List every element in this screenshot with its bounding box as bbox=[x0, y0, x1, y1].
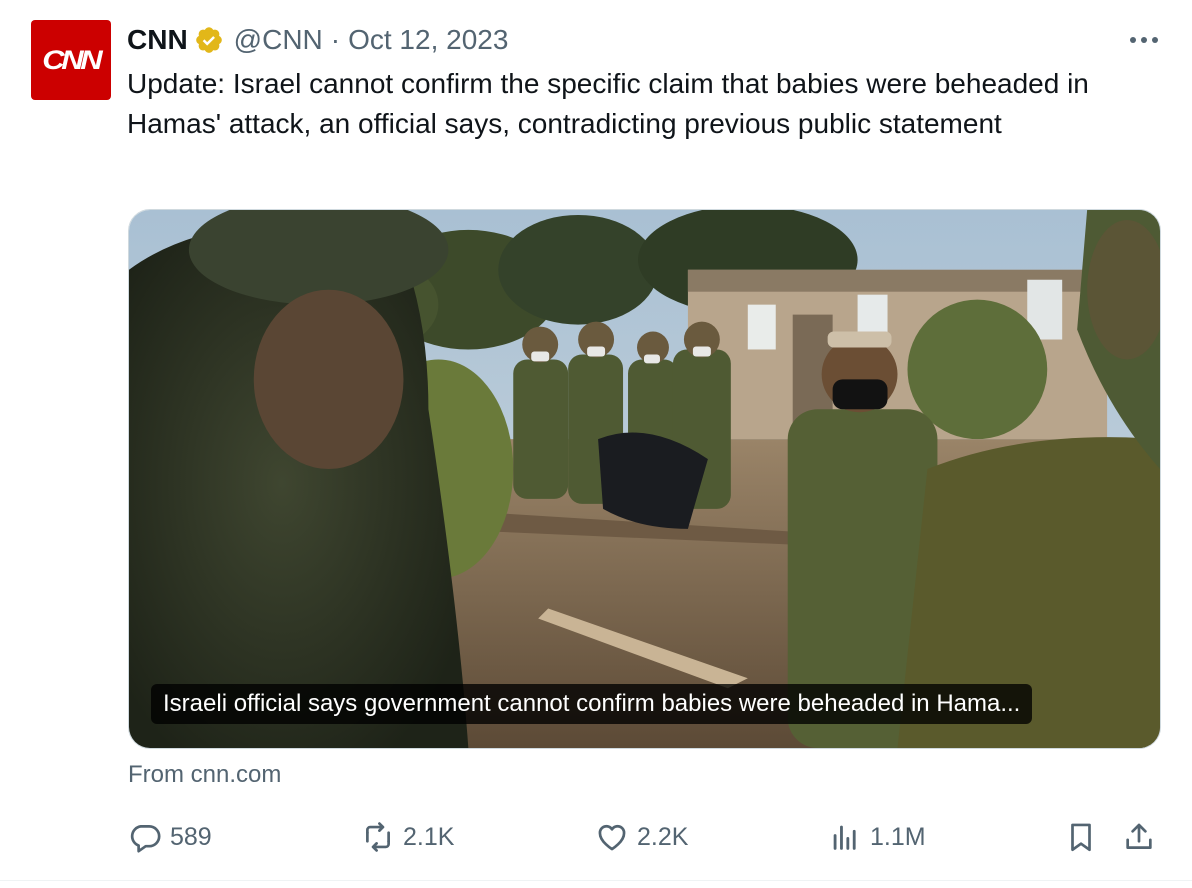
tweet[interactable]: CNN CNN @CNN · Oct 12, 2023 Update: Isra… bbox=[0, 0, 1192, 888]
like-count: 2.2K bbox=[637, 822, 689, 851]
tweet-header: CNN @CNN · Oct 12, 2023 bbox=[127, 20, 508, 60]
card-caption: Israeli official says government cannot … bbox=[151, 684, 1033, 724]
bookmark-button[interactable] bbox=[1064, 815, 1098, 859]
share-button[interactable] bbox=[1122, 815, 1156, 859]
view-count: 1.1M bbox=[870, 822, 926, 851]
avatar[interactable]: CNN bbox=[31, 20, 111, 100]
more-options-icon[interactable] bbox=[1126, 28, 1162, 52]
cnn-logo: CNN bbox=[42, 44, 103, 75]
link-card[interactable]: Israeli official says government cannot … bbox=[128, 209, 1161, 749]
heart-icon bbox=[598, 824, 626, 851]
reply-count: 589 bbox=[170, 822, 212, 851]
like-button[interactable]: 2.2K bbox=[595, 815, 688, 859]
card-photo bbox=[129, 210, 1160, 748]
reply-button[interactable]: 589 bbox=[128, 815, 212, 859]
retweet-icon bbox=[366, 822, 390, 852]
views-button[interactable]: 1.1M bbox=[828, 815, 926, 859]
share-icon bbox=[1126, 823, 1152, 849]
action-bar: 589 2.1K 2.2K 1.1M bbox=[128, 815, 1163, 859]
reply-icon bbox=[130, 825, 161, 853]
retweet-count: 2.1K bbox=[403, 822, 455, 851]
tweet-date[interactable]: Oct 12, 2023 bbox=[348, 24, 508, 56]
author-name[interactable]: CNN bbox=[127, 24, 188, 56]
retweet-button[interactable]: 2.1K bbox=[361, 815, 454, 859]
views-icon bbox=[833, 825, 856, 850]
bookmark-icon bbox=[1071, 823, 1091, 852]
author-handle[interactable]: @CNN bbox=[234, 24, 323, 56]
card-source[interactable]: From cnn.com bbox=[128, 760, 281, 790]
divider bbox=[0, 880, 1192, 881]
verified-badge-icon[interactable] bbox=[194, 25, 224, 55]
tweet-text: Update: Israel cannot confirm the specif… bbox=[127, 68, 1089, 139]
separator-dot: · bbox=[330, 24, 341, 55]
